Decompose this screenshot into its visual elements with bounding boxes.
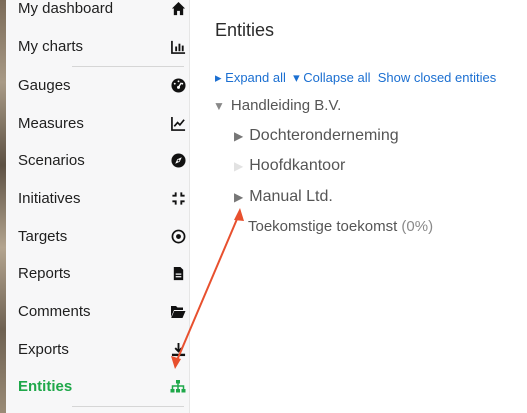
sidebar-item-label: Comments — [18, 302, 91, 320]
compress-icon — [170, 190, 186, 206]
expand-all-link[interactable]: ▸ Expand all — [215, 70, 286, 85]
sidebar-item-label: My dashboard — [18, 0, 114, 17]
sidebar-item-entities[interactable]: Entities — [18, 368, 186, 404]
sidebar-item-my-dashboard[interactable]: My dashboard — [18, 0, 186, 26]
sidebar-divider — [72, 406, 184, 407]
caret-down-icon: ▼ — [213, 98, 225, 113]
caret-right-icon: ▶ — [234, 190, 244, 204]
sidebar-item-my-charts[interactable]: My charts — [18, 28, 186, 64]
sidebar-item-scenarios[interactable]: Scenarios — [18, 142, 186, 178]
sidebar-item-label: Initiatives — [18, 189, 81, 207]
sidebar-item-label: Entities — [18, 377, 73, 395]
sidebar-item-exports[interactable]: Exports — [18, 331, 186, 367]
bar-chart-icon — [170, 38, 186, 54]
show-closed-entities-link[interactable]: Show closed entities — [378, 70, 497, 85]
caret-down-icon: ▾ — [293, 70, 300, 85]
caret-right-icon: ▸ — [215, 70, 222, 85]
sidebar-item-label: Scenarios — [18, 151, 85, 169]
tree-node[interactable]: Toekomstige toekomst (0%) — [248, 218, 433, 235]
caret-right-icon: ▶ — [234, 129, 244, 143]
document-icon — [170, 265, 186, 281]
sidebar: My dashboard My charts Gauges Measures S… — [6, 0, 190, 413]
download-icon — [170, 341, 186, 357]
tree-node-label: Manual Ltd. — [249, 188, 333, 205]
tree-node-root[interactable]: ▼ Handleiding B.V. — [213, 97, 341, 114]
tree-node-label: Toekomstige toekomst — [248, 218, 398, 235]
sidebar-item-label: Gauges — [18, 76, 71, 94]
tree-node-label: Dochteronderneming — [249, 127, 399, 144]
sidebar-item-label: Exports — [18, 340, 69, 358]
sidebar-item-label: Measures — [18, 114, 84, 132]
org-chart-icon — [170, 378, 186, 394]
tree-node-label: Hoofdkantoor — [249, 157, 346, 174]
sidebar-item-targets[interactable]: Targets — [18, 218, 186, 254]
line-chart-icon — [170, 115, 186, 131]
main-content: Entities ▸ Expand all ▾ Collapse all Sho… — [190, 0, 527, 413]
sidebar-item-label: My charts — [18, 37, 84, 55]
tree-node[interactable]: ▶ Manual Ltd. — [234, 188, 333, 206]
sidebar-item-comments[interactable]: Comments — [18, 293, 186, 329]
collapse-all-link[interactable]: ▾ Collapse all — [293, 70, 370, 85]
tree-node[interactable]: ▶ Hoofdkantoor — [234, 157, 345, 175]
tree-node[interactable]: ▶ Dochteronderneming — [234, 127, 399, 145]
folder-open-icon — [170, 303, 186, 319]
tree-actions: ▸ Expand all ▾ Collapse all Show closed … — [215, 70, 496, 86]
sidebar-item-reports[interactable]: Reports — [18, 255, 186, 291]
compass-icon — [170, 152, 186, 168]
target-icon — [170, 228, 186, 244]
sidebar-item-label: Targets — [18, 227, 68, 245]
sidebar-item-measures[interactable]: Measures — [18, 105, 186, 141]
sidebar-item-initiatives[interactable]: Initiatives — [18, 180, 186, 216]
page-title: Entities — [215, 20, 275, 40]
tree-node-label: Handleiding B.V. — [230, 97, 342, 114]
caret-right-icon: ▶ — [234, 159, 244, 173]
sidebar-item-label: Reports — [18, 264, 71, 282]
completion-percent: (0%) — [401, 218, 434, 235]
gauge-icon — [170, 77, 186, 93]
sidebar-item-gauges[interactable]: Gauges — [18, 67, 186, 103]
home-icon — [170, 0, 186, 16]
